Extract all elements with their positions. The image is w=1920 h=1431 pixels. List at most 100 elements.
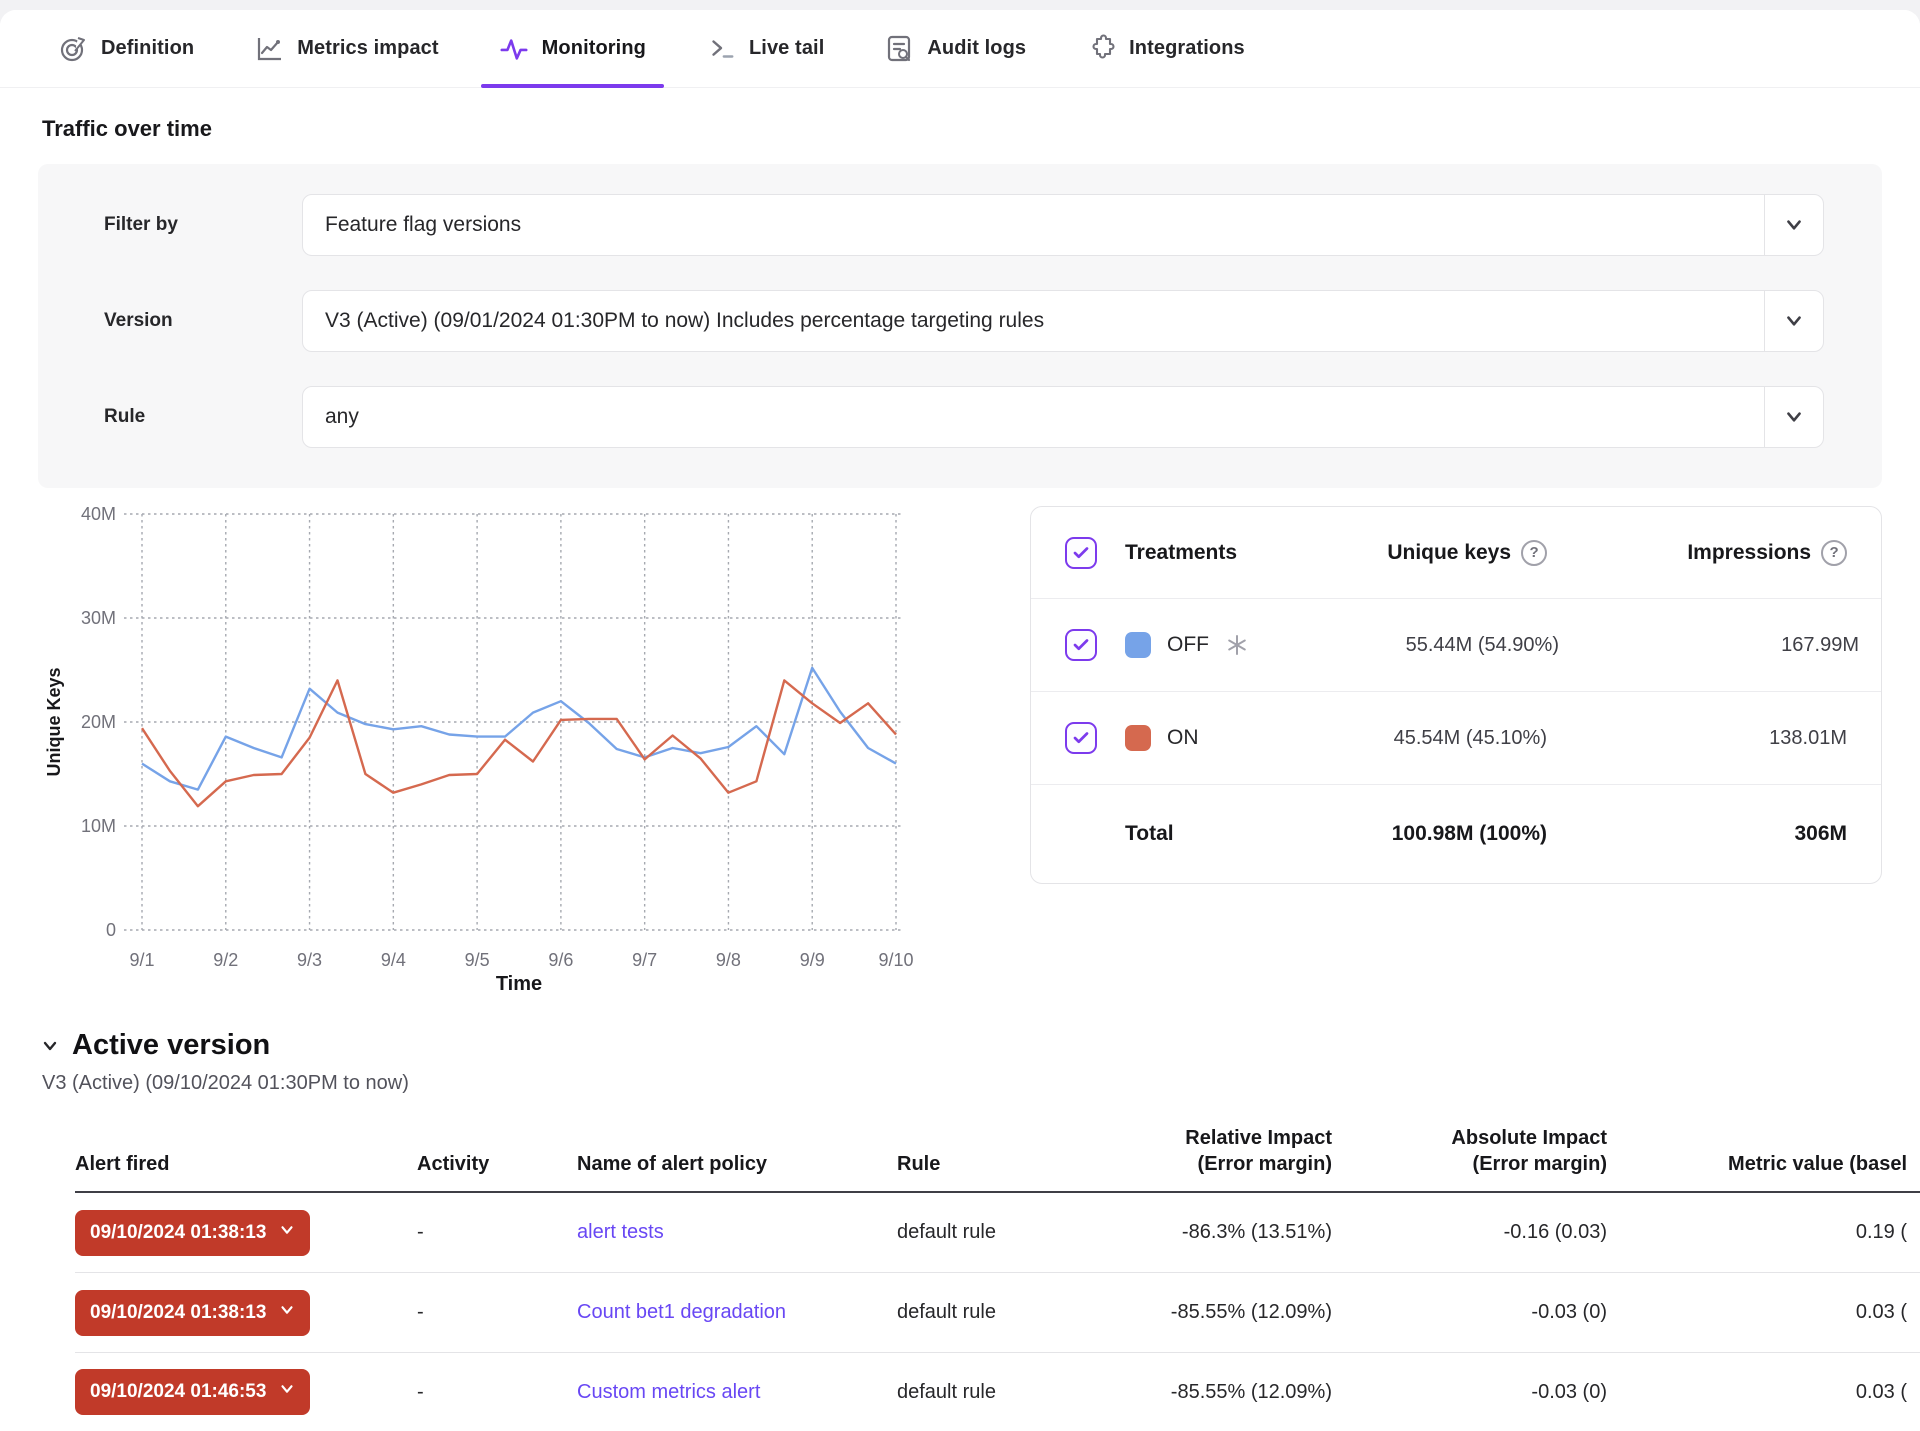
active-version-title: Active version	[72, 1029, 270, 1062]
alert-fired-badge[interactable]: 09/10/2024 01:38:13	[75, 1290, 310, 1336]
alert-policy-link[interactable]: alert tests	[577, 1221, 664, 1243]
unique-keys-header: Unique keys	[1387, 541, 1511, 565]
filter-label: Version	[104, 310, 302, 332]
alert-relative-impact: -86.3% (13.51%)	[1077, 1221, 1332, 1244]
audit-logs-icon	[884, 34, 914, 64]
chevron-down-icon[interactable]	[1765, 214, 1823, 236]
tab-definition[interactable]: Definition	[40, 10, 212, 87]
unique-keys-value: 45.54M (45.10%)	[1394, 727, 1547, 750]
select-value: any	[325, 405, 1764, 429]
treatments-select-all-checkbox[interactable]	[1065, 537, 1097, 569]
treatment-checkbox-on[interactable]	[1065, 722, 1097, 754]
alerts-header-activity: Activity	[417, 1151, 577, 1177]
alerts-header-name-of-alert-policy: Name of alert policy	[577, 1151, 897, 1177]
x-tick-label: 9/2	[213, 950, 238, 970]
chevron-down-icon[interactable]	[40, 1036, 60, 1056]
alerts-header-row: Alert firedActivityName of alert policyR…	[75, 1125, 1920, 1193]
y-axis-title: Unique Keys	[44, 667, 64, 776]
alert-metric-value: 0.03 (	[1607, 1381, 1907, 1404]
tab-live-tail[interactable]: Live tail	[688, 10, 842, 87]
unique-keys-help-icon[interactable]: ?	[1521, 540, 1547, 566]
metrics-impact-icon	[254, 34, 284, 64]
tab-bar: Definition Metrics impact Monitoring Live t…	[0, 10, 1920, 88]
tab-metrics-impact[interactable]: Metrics impact	[236, 10, 456, 87]
impressions-help-icon[interactable]: ?	[1821, 540, 1847, 566]
alerts-header-alert-fired: Alert fired	[75, 1151, 417, 1177]
treatment-checkbox-off[interactable]	[1065, 629, 1097, 661]
tab-label: Audit logs	[927, 37, 1026, 60]
chevron-down-icon[interactable]	[1765, 310, 1823, 332]
y-tick-label: 10M	[81, 816, 116, 836]
alerts-table: Alert firedActivityName of alert policyR…	[75, 1125, 1920, 1431]
impressions-header: Impressions	[1687, 541, 1811, 565]
tab-audit-logs[interactable]: Audit logs	[866, 10, 1044, 87]
x-tick-label: 9/7	[632, 950, 657, 970]
tab-label: Live tail	[749, 37, 824, 60]
default-treatment-icon	[1225, 633, 1249, 657]
tab-label: Integrations	[1129, 37, 1245, 60]
total-label: Total	[1125, 822, 1237, 846]
alert-rule: default rule	[897, 1221, 1077, 1244]
x-axis-title: Time	[496, 973, 542, 995]
traffic-chart: 010M20M30M40M9/19/29/39/49/59/69/79/89/9…	[38, 498, 998, 1003]
filter-panel: Filter byFeature flag versions Version V3 …	[38, 164, 1882, 488]
total-impressions: 306M	[1794, 822, 1847, 846]
filter-by-select[interactable]: Feature flag versions	[302, 194, 1824, 256]
tab-label: Definition	[101, 37, 194, 60]
live-tail-icon	[706, 34, 736, 64]
check-icon	[1072, 636, 1090, 654]
impressions-value: 138.01M	[1769, 727, 1847, 750]
x-tick-label: 9/4	[381, 950, 406, 970]
alert-activity: -	[417, 1221, 577, 1244]
filter-row-version: Version V3 (Active) (09/01/2024 01:30PM t…	[104, 290, 1824, 352]
x-tick-label: 9/8	[716, 950, 741, 970]
chevron-down-icon	[278, 1221, 296, 1245]
alerts-header-rule: Rule	[897, 1151, 1077, 1177]
rule-select[interactable]: any	[302, 386, 1824, 448]
alert-policy-link[interactable]: Count bet1 degradation	[577, 1301, 786, 1323]
page-title: Traffic over time	[42, 116, 1920, 142]
check-icon	[1072, 544, 1090, 562]
treatments-rows: OFF55.44M (54.90%)167.99MON45.54M (45.10…	[1031, 599, 1881, 785]
alert-rule: default rule	[897, 1301, 1077, 1324]
alert-absolute-impact: -0.16 (0.03)	[1332, 1221, 1607, 1244]
alert-fired-badge[interactable]: 09/10/2024 01:38:13	[75, 1210, 310, 1256]
tab-label: Metrics impact	[297, 37, 438, 60]
alerts-body: 09/10/2024 01:38:13-alert testsdefault r…	[75, 1193, 1920, 1431]
version-select[interactable]: V3 (Active) (09/01/2024 01:30PM to now) …	[302, 290, 1824, 352]
alert-relative-impact: -85.55% (12.09%)	[1077, 1301, 1332, 1324]
treatments-header: Treatments	[1125, 541, 1237, 565]
monitoring-icon	[499, 34, 529, 64]
x-tick-label: 9/10	[878, 950, 913, 970]
tab-integrations[interactable]: Integrations	[1068, 10, 1263, 87]
filter-label: Rule	[104, 406, 302, 428]
alert-activity: -	[417, 1381, 577, 1404]
page: Definition Metrics impact Monitoring Live t…	[0, 0, 1920, 1431]
active-version-subtitle: V3 (Active) (09/10/2024 01:30PM to now)	[42, 1072, 1920, 1095]
impressions-value: 167.99M	[1781, 634, 1859, 657]
tab-monitoring[interactable]: Monitoring	[481, 10, 664, 87]
series-line-on	[142, 680, 896, 806]
y-tick-label: 40M	[81, 504, 116, 524]
series-swatch	[1125, 632, 1151, 658]
chevron-down-icon[interactable]	[1765, 406, 1823, 428]
select-value: V3 (Active) (09/01/2024 01:30PM to now) …	[325, 309, 1764, 333]
y-tick-label: 20M	[81, 712, 116, 732]
total-unique-keys: 100.98M (100%)	[1392, 822, 1547, 846]
alert-metric-value: 0.03 (	[1607, 1301, 1907, 1324]
chevron-down-icon	[278, 1301, 296, 1325]
x-tick-label: 9/6	[548, 950, 573, 970]
alert-policy-link[interactable]: Custom metrics alert	[577, 1381, 760, 1403]
treatments-table: Treatments Unique keys ? Impressions ? O…	[1030, 506, 1882, 884]
alert-activity: -	[417, 1301, 577, 1324]
y-tick-label: 0	[106, 920, 116, 940]
alert-fired-badge[interactable]: 09/10/2024 01:46:53	[75, 1369, 310, 1415]
alert-fired-time: 09/10/2024 01:38:13	[90, 1222, 266, 1244]
filter-row-filter-by: Filter byFeature flag versions	[104, 194, 1824, 256]
x-tick-label: 9/1	[129, 950, 154, 970]
filter-label: Filter by	[104, 214, 302, 236]
alert-fired-time: 09/10/2024 01:46:53	[90, 1381, 266, 1403]
alerts-header-absolute-impact: Absolute Impact(Error margin)	[1332, 1125, 1607, 1177]
treatments-header-row: Treatments Unique keys ? Impressions ?	[1031, 507, 1881, 599]
main-card: Definition Metrics impact Monitoring Live t…	[0, 10, 1920, 1431]
